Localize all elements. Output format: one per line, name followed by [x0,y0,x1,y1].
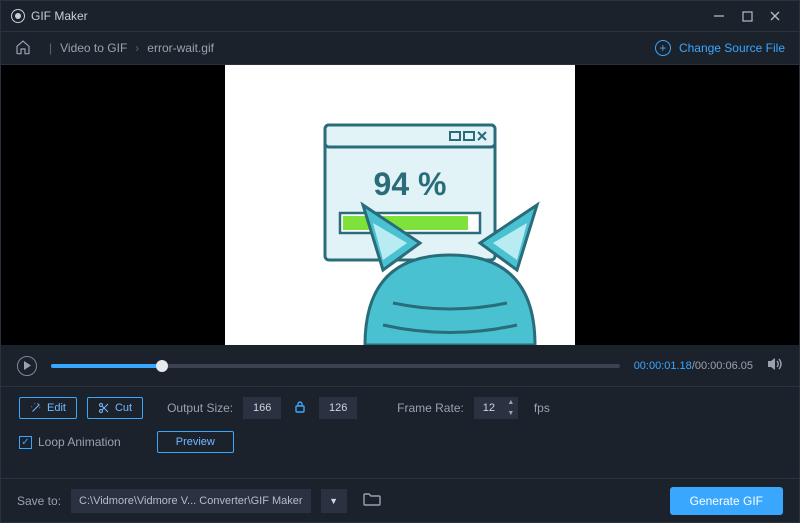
fps-unit: fps [534,401,550,415]
breadcrumb-section[interactable]: Video to GIF [60,41,127,55]
generate-label: Generate GIF [690,494,763,508]
edit-label: Edit [47,402,66,414]
edit-button[interactable]: Edit [19,397,77,419]
open-folder-button[interactable] [363,492,381,509]
breadcrumb-bar: | Video to GIF › error-wait.gif + Change… [1,31,799,65]
generate-gif-button[interactable]: Generate GIF [670,487,783,515]
save-path-text: C:\Vidmore\Vidmore V... Converter\GIF Ma… [79,495,303,507]
width-input[interactable] [243,397,281,419]
save-to-label: Save to: [17,494,61,508]
fps-stepper[interactable]: ▲ ▼ [474,397,518,419]
fps-up-icon[interactable]: ▲ [504,397,518,408]
time-total: 00:00:06.05 [695,360,753,372]
output-size-label: Output Size: [167,401,233,415]
folder-icon [363,492,381,506]
minimize-button[interactable] [705,2,733,30]
scissors-icon [98,402,110,414]
cut-button[interactable]: Cut [87,397,143,419]
footer-bar: Save to: C:\Vidmore\Vidmore V... Convert… [1,478,799,522]
frame-rate-label: Frame Rate: [397,401,464,415]
preview-stage: 94 % [1,65,799,345]
titlebar: GIF Maker [1,1,799,31]
preview-image: 94 % [225,65,575,345]
breadcrumb-file: error-wait.gif [147,41,214,55]
controls-panel: Edit Cut Output Size: Frame Rate: ▲ ▼ fp… [1,387,799,469]
seek-thumb[interactable] [156,360,168,372]
time-display: 00:00:01.18/00:00:06.05 [634,360,753,372]
wand-icon [30,402,42,414]
fps-down-icon[interactable]: ▼ [504,408,518,419]
fps-input[interactable] [474,397,504,419]
preview-button[interactable]: Preview [157,431,234,453]
seek-slider[interactable] [51,364,620,368]
save-path-field[interactable]: C:\Vidmore\Vidmore V... Converter\GIF Ma… [71,489,311,513]
loop-label: Loop Animation [38,435,121,449]
save-path-dropdown[interactable]: ▼ [321,489,347,513]
preview-label: Preview [176,436,215,448]
time-current: 00:00:01.18 [634,360,692,372]
change-source-label: Change Source File [679,41,785,55]
seek-fill [51,364,162,368]
checkbox-checked-icon: ✓ [19,436,32,449]
close-button[interactable] [761,2,789,30]
play-button[interactable] [17,356,37,376]
chevron-right-icon: › [135,41,139,55]
app-title: GIF Maker [31,9,88,23]
preview-frame: 94 % [225,65,575,345]
app-window: GIF Maker | Video to GIF › error-wait.gi… [0,0,800,523]
maximize-button[interactable] [733,2,761,30]
plus-circle-icon: + [655,40,671,56]
breadcrumb-separator: | [49,41,52,55]
height-input[interactable] [319,397,357,419]
lock-icon[interactable] [295,401,305,416]
app-logo-icon [11,9,25,23]
change-source-button[interactable]: + Change Source File [655,40,785,56]
loop-checkbox[interactable]: ✓ Loop Animation [19,435,121,449]
cut-label: Cut [115,402,132,414]
timeline-bar: 00:00:01.18/00:00:06.05 [1,345,799,387]
progress-text: 94 % [374,166,447,202]
volume-icon[interactable] [767,357,783,374]
home-icon[interactable] [15,39,31,58]
